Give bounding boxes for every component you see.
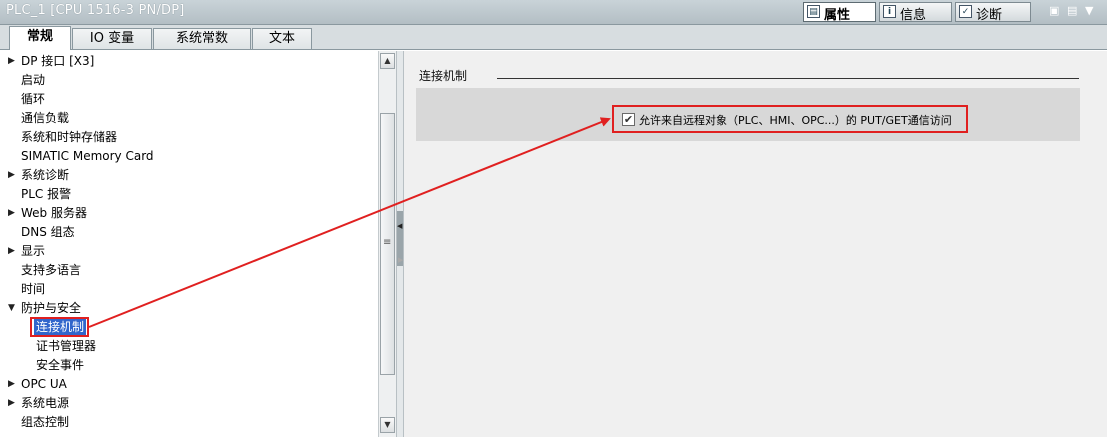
tab-texts[interactable]: 文本 bbox=[252, 28, 312, 49]
section-title: 连接机制 bbox=[419, 69, 468, 83]
splitter-expand-icon[interactable]: ▶ bbox=[398, 256, 403, 264]
tab-general[interactable]: 常规 bbox=[9, 26, 71, 50]
content-panel: 连接机制 ✔ 允许来自远程对象（PLC、HMI、OPC...）的 PUT/GET… bbox=[404, 51, 1107, 437]
panel-splitter[interactable]: ◀ ▶ bbox=[396, 51, 404, 437]
tab-io-tags[interactable]: IO 变量 bbox=[72, 28, 152, 49]
expand-arrow-icon[interactable]: ▶ bbox=[8, 394, 15, 413]
minimize-panel-icon[interactable]: ▤ bbox=[1067, 4, 1077, 20]
diagnostics-icon: ✓ bbox=[959, 5, 972, 18]
properties-icon: ▤ bbox=[807, 5, 820, 18]
expand-arrow-icon[interactable]: ▶ bbox=[8, 204, 15, 223]
expand-arrow-icon[interactable]: ▶ bbox=[8, 52, 15, 71]
inspector-title-bar: PLC_1 [CPU 1516-3 PN/DP] ▤ 属性 i 信息 ✓ 诊断 … bbox=[0, 0, 1107, 25]
info-icon: i bbox=[883, 5, 896, 18]
scroll-grip-icon: ≡ bbox=[383, 237, 392, 248]
tab-system-constants[interactable]: 系统常数 bbox=[153, 28, 251, 49]
scroll-down-icon[interactable]: ▼ bbox=[380, 417, 395, 433]
annotation-box-checkbox bbox=[612, 105, 968, 133]
nav-scrollbar[interactable]: ▲ ≡ ▼ bbox=[378, 51, 396, 437]
expand-arrow-icon[interactable]: ▶ bbox=[8, 242, 15, 261]
restore-window-icon[interactable]: ▣ bbox=[1049, 4, 1059, 20]
collapse-panel-icon[interactable]: ▼ bbox=[1085, 4, 1093, 20]
panel-tab-properties[interactable]: ▤ 属性 bbox=[803, 2, 876, 23]
expand-arrow-icon[interactable]: ▶ bbox=[8, 375, 15, 394]
scroll-up-icon[interactable]: ▲ bbox=[380, 53, 395, 69]
collapse-arrow-icon[interactable]: ▼ bbox=[8, 299, 15, 318]
splitter-collapse-icon[interactable]: ◀ bbox=[397, 222, 402, 230]
section-divider bbox=[497, 78, 1079, 79]
property-tabs: 常规 IO 变量 系统常数 文本 bbox=[0, 25, 1107, 50]
panel-tab-diagnostics[interactable]: ✓ 诊断 bbox=[955, 2, 1031, 23]
annotation-box-nav bbox=[30, 317, 89, 337]
device-title: PLC_1 [CPU 1516-3 PN/DP] bbox=[6, 3, 185, 18]
expand-arrow-icon[interactable]: ▶ bbox=[8, 166, 15, 185]
panel-tab-info[interactable]: i 信息 bbox=[879, 2, 952, 23]
navigation-tree: ▶ DP 接口 [X3] 启动 循环 通信负载 系统和时钟存储器 SIMATIC… bbox=[0, 51, 378, 437]
